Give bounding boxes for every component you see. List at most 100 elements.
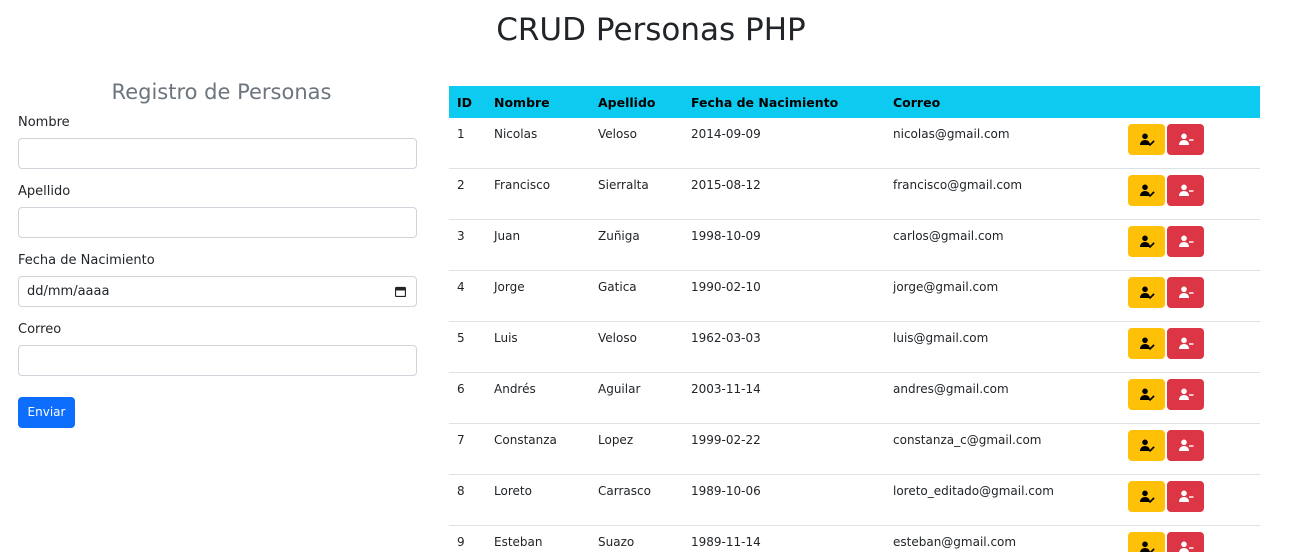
user-minus-icon [1179,184,1194,196]
cell-actions [1128,474,1260,526]
calendar-icon[interactable] [395,286,406,297]
cell-nombre: Esteban [486,525,590,552]
column-header-id: ID [457,94,473,110]
edit-button[interactable] [1128,328,1165,359]
edit-button[interactable] [1128,226,1165,257]
cell-id: 1 [449,118,486,169]
user-edit-icon [1140,490,1155,503]
cell-nombre: Luis [486,321,590,373]
cell-fecha: 1998-10-09 [683,219,885,271]
user-edit-icon [1140,133,1155,146]
delete-button[interactable] [1167,175,1204,206]
cell-fecha: 1962-03-03 [683,321,885,373]
correo-label: Correo [18,322,62,337]
nombre-input[interactable] [18,138,417,169]
delete-button[interactable] [1167,379,1204,410]
cell-id: 8 [449,474,486,526]
user-minus-icon [1179,388,1194,400]
edit-button[interactable] [1128,277,1165,308]
submit-button[interactable]: Enviar [18,397,75,428]
cell-actions [1128,525,1260,552]
persons-table: ID Nombre Apellido Fecha de Nacimiento C… [449,86,1260,552]
cell-id: 2 [449,168,486,220]
table-row: 1 Nicolas Veloso 2014-09-09 nicolas@gmail.co… [449,118,1260,169]
delete-button[interactable] [1167,277,1204,308]
cell-nombre: Juan [486,219,590,271]
apellido-label: Apellido [18,184,71,199]
edit-button[interactable] [1128,124,1165,155]
user-minus-icon [1179,286,1194,298]
cell-actions [1128,321,1260,373]
cell-actions [1128,372,1260,424]
column-header-fecha: Fecha de Nacimiento [691,94,839,110]
cell-apellido: Veloso [590,321,683,373]
cell-nombre: Francisco [486,168,590,220]
cell-fecha: 2003-11-14 [683,372,885,424]
cell-correo: nicolas@gmail.com [885,118,1128,169]
cell-actions [1128,118,1260,169]
user-minus-icon [1179,490,1194,502]
user-edit-icon [1140,439,1155,452]
nombre-label: Nombre [18,115,70,130]
cell-apellido: Lopez [590,423,683,475]
cell-id: 6 [449,372,486,424]
cell-id: 9 [449,525,486,552]
cell-fecha: 2014-09-09 [683,118,885,169]
fecha-input[interactable]: dd/mm/aaaa [18,276,417,307]
column-header-actions [1128,86,1260,118]
edit-button[interactable] [1128,379,1165,410]
user-minus-icon [1179,439,1194,451]
user-minus-icon [1179,235,1194,247]
cell-nombre: Nicolas [486,118,590,169]
cell-nombre: Loreto [486,474,590,526]
fecha-label: Fecha de Nacimiento [18,253,155,268]
correo-group: Correo [18,322,417,376]
cell-actions [1128,219,1260,271]
edit-button[interactable] [1128,481,1165,512]
user-edit-icon [1140,184,1155,197]
delete-button[interactable] [1167,226,1204,257]
user-edit-icon [1140,235,1155,248]
persons-table-container: ID Nombre Apellido Fecha de Nacimiento C… [449,86,1260,552]
edit-button[interactable] [1128,430,1165,461]
table-row: 4 Jorge Gatica 1990-02-10 jorge@gmail.com [449,270,1260,322]
cell-fecha: 1999-02-22 [683,423,885,475]
table-row: 7 Constanza Lopez 1999-02-22 constanza_c@gma… [449,423,1260,475]
cell-nombre: Jorge [486,270,590,322]
edit-button[interactable] [1128,532,1165,552]
cell-apellido: Sierralta [590,168,683,220]
cell-apellido: Aguilar [590,372,683,424]
column-header-apellido: Apellido [598,94,656,110]
user-edit-icon [1140,388,1155,401]
table-row: 8 Loreto Carrasco 1989-10-06 loreto_editado@… [449,474,1260,526]
table-row: 2 Francisco Sierralta 2015-08-12 francisco@g… [449,168,1260,220]
delete-button[interactable] [1167,481,1204,512]
cell-actions [1128,270,1260,322]
page-title: CRUD Personas PHP [496,12,806,48]
table-row: 9 Esteban Suazo 1989-11-14 esteban@gmail.com [449,525,1260,552]
user-edit-icon [1140,541,1155,552]
page: CRUD Personas PHP Registro de Personas N… [0,0,1292,552]
delete-button[interactable] [1167,124,1204,155]
user-edit-icon [1140,286,1155,299]
cell-correo: francisco@gmail.com [885,168,1128,220]
delete-button[interactable] [1167,532,1204,552]
cell-apellido: Veloso [590,118,683,169]
correo-input[interactable] [18,345,417,376]
cell-apellido: Gatica [590,270,683,322]
cell-correo: constanza_c@gmail.com [885,423,1128,475]
cell-apellido: Zuñiga [590,219,683,271]
apellido-group: Apellido [18,184,417,238]
fecha-placeholder: dd/mm/aaaa [27,284,110,299]
cell-fecha: 2015-08-12 [683,168,885,220]
cell-nombre: Andrés [486,372,590,424]
registration-form: Registro de Personas Nombre Apellido Fec… [18,76,417,428]
cell-apellido: Suazo [590,525,683,552]
edit-button[interactable] [1128,175,1165,206]
delete-button[interactable] [1167,430,1204,461]
apellido-input[interactable] [18,207,417,238]
table-body: 1 Nicolas Veloso 2014-09-09 nicolas@gmail.co… [449,118,1260,552]
cell-id: 3 [449,219,486,271]
delete-button[interactable] [1167,328,1204,359]
nombre-group: Nombre [18,115,417,169]
